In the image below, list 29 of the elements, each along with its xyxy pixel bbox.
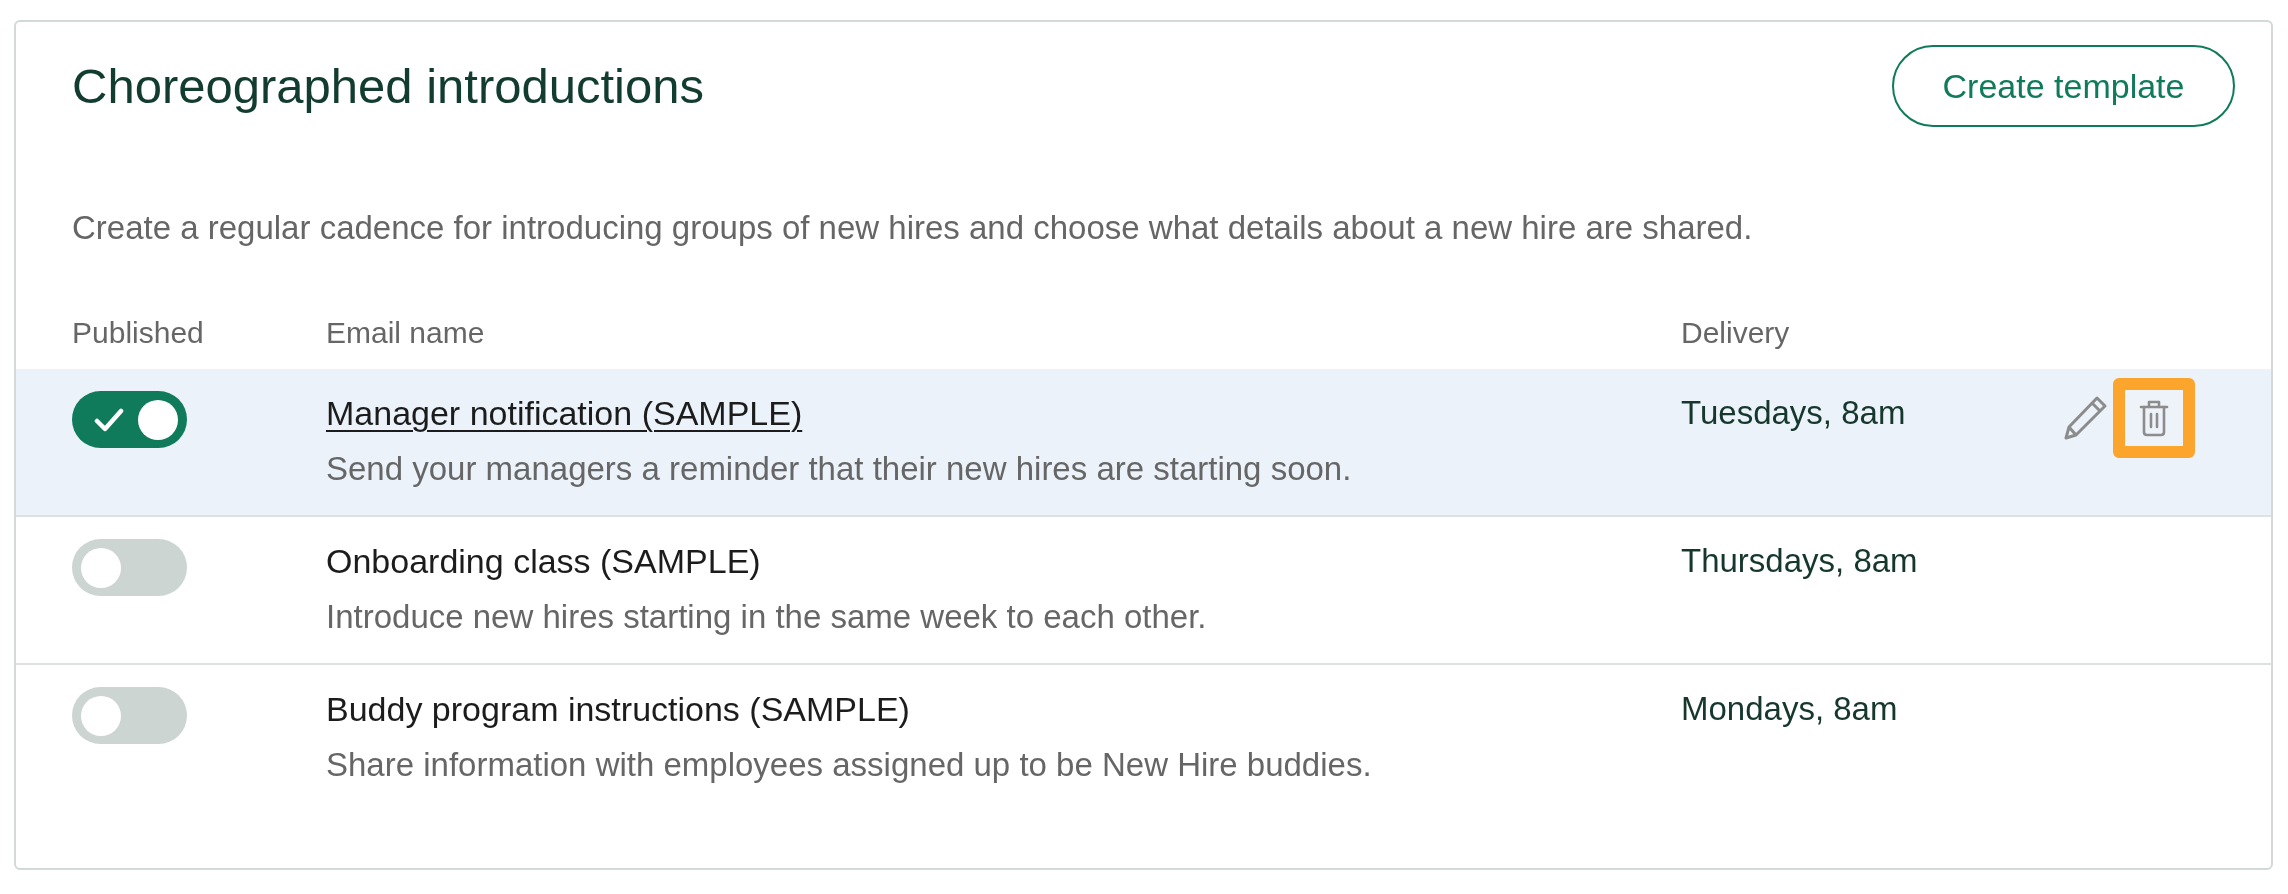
column-header: Email name [326,315,486,351]
email-name: Onboarding class (SAMPLE) [326,541,762,582]
toggle-knob [81,547,121,588]
section-description: Create a regular cadence for introducing groups of new hires and choose what details about a new hire are shared. [72,208,1754,248]
edit-button[interactable] [2062,394,2109,442]
publish-toggle[interactable] [72,687,187,744]
email-description: Introduce new hires starting in the same week to each other. [326,597,1208,637]
delivery-schedule: Tuesdays, 8am [1681,393,1907,433]
email-name-link[interactable]: Manager notification (SAMPLE) [326,391,1681,435]
check-icon [94,407,124,432]
table-row[interactable]: Buddy program instructions (SAMPLE) Share information with employees assigned up to be New Hire buddies. Mondays, 8am [16,663,2271,811]
email-description: Send your managers a reminder that their new hires are starting soon. [326,449,1353,489]
publish-toggle[interactable] [72,391,187,448]
column-header: Published [72,315,205,351]
column-header: Delivery [1681,315,1791,351]
email-description: Share information with employees assigned up to be New Hire buddies. [326,745,1373,785]
email-name: Buddy program instructions (SAMPLE) [326,689,911,730]
section-title: Choreographed introductions [72,58,704,115]
toggle-knob [138,399,178,440]
publish-toggle[interactable] [72,539,187,596]
toggle-knob [81,695,121,736]
table-row[interactable]: Manager notification (SAMPLE) Send your managers a reminder that their new hires are starting soon. Tuesdays, 8am [16,369,2271,515]
create-template-button[interactable]: Create template [1892,45,2235,127]
delivery-schedule: Mondays, 8am [1681,689,1899,729]
trash-icon [2139,399,2169,437]
delete-button[interactable] [2113,378,2195,458]
delivery-schedule: Thursdays, 8am [1681,541,1919,581]
pencil-icon [2062,394,2109,442]
table-row[interactable]: Onboarding class (SAMPLE) Introduce new hires starting in the same week to each other. Thursdays, 8am [16,515,2271,663]
